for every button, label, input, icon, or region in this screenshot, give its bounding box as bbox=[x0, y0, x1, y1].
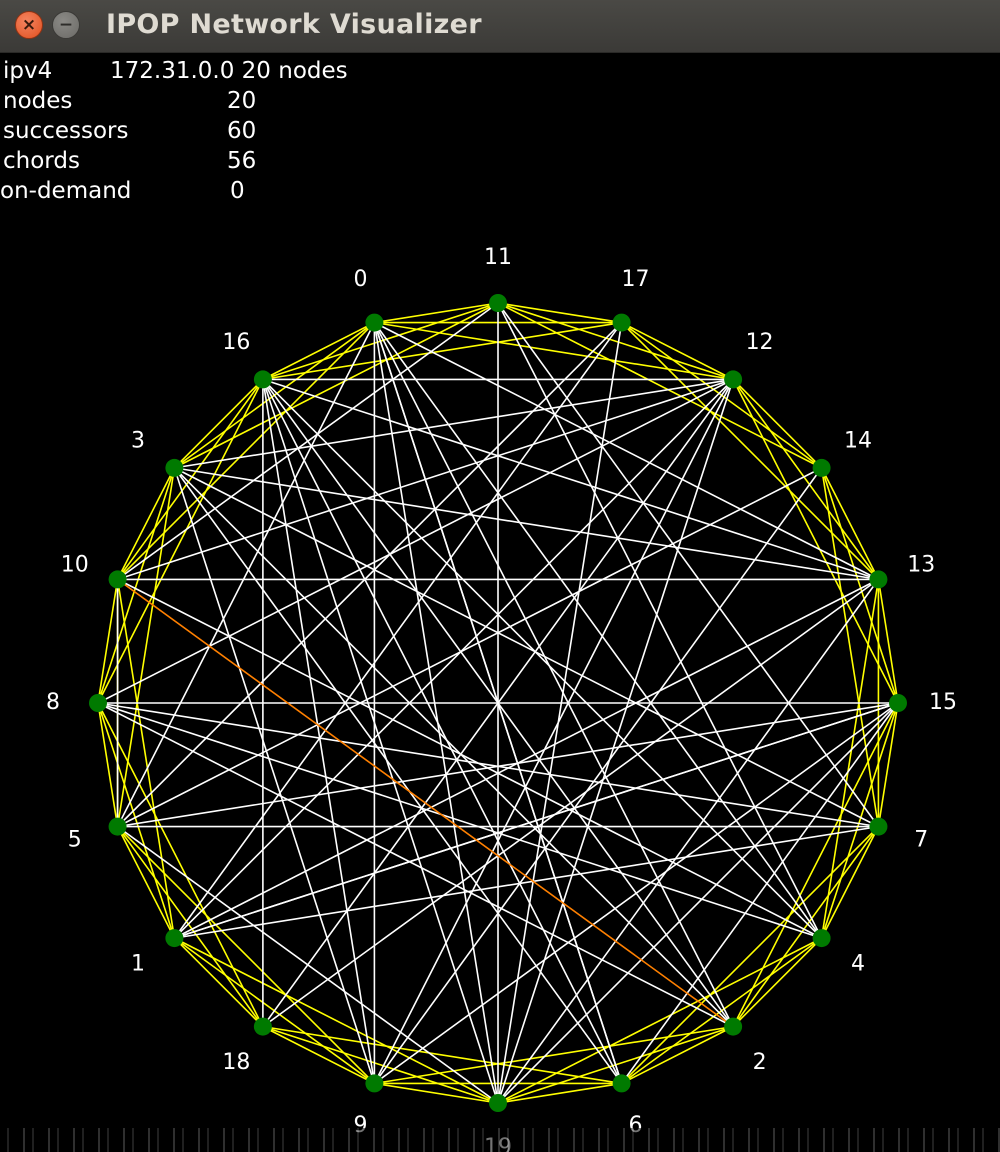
node-label-18: 18 bbox=[222, 1050, 250, 1075]
chord-link bbox=[174, 702, 899, 939]
graph-node-7[interactable] bbox=[869, 817, 888, 836]
graph-node-13[interactable] bbox=[869, 570, 888, 589]
node-label-5: 5 bbox=[68, 828, 82, 853]
node-label-2: 2 bbox=[753, 1050, 767, 1075]
chord-link bbox=[373, 322, 499, 1104]
successor-link bbox=[117, 826, 375, 1084]
node-label-3: 3 bbox=[131, 428, 145, 453]
successor-link bbox=[97, 379, 264, 704]
successor-link bbox=[732, 379, 899, 704]
chord-link bbox=[262, 379, 623, 1084]
graph-node-9[interactable] bbox=[365, 1074, 384, 1093]
chord-link bbox=[174, 578, 879, 939]
network-graph: 111712141315742619918158103160 bbox=[46, 245, 957, 1152]
successor-link bbox=[497, 302, 822, 469]
node-label-15: 15 bbox=[929, 690, 957, 715]
node-label-1: 1 bbox=[131, 952, 145, 977]
node-label-14: 14 bbox=[844, 428, 872, 453]
node-label-10: 10 bbox=[61, 552, 89, 577]
successor-link bbox=[173, 937, 264, 1028]
node-label-17: 17 bbox=[622, 267, 650, 292]
graph-node-5[interactable] bbox=[108, 817, 127, 836]
node-label-0: 0 bbox=[353, 267, 367, 292]
graph-node-1[interactable] bbox=[165, 929, 184, 948]
node-label-7: 7 bbox=[914, 828, 928, 853]
successor-link bbox=[116, 378, 264, 580]
successor-link bbox=[732, 378, 880, 580]
successor-link bbox=[732, 937, 823, 1028]
chord-link bbox=[262, 379, 499, 1104]
chord-link bbox=[262, 378, 823, 939]
node-label-13: 13 bbox=[907, 552, 935, 577]
graph-node-18[interactable] bbox=[253, 1017, 272, 1036]
chord-link bbox=[174, 467, 879, 828]
graph-node-14[interactable] bbox=[812, 458, 831, 477]
successor-link bbox=[732, 378, 823, 469]
graph-node-10[interactable] bbox=[108, 570, 127, 589]
chord-link bbox=[117, 578, 822, 939]
node-label-4: 4 bbox=[851, 952, 865, 977]
successor-link bbox=[97, 702, 264, 1027]
node-label-12: 12 bbox=[746, 330, 774, 355]
successor-link bbox=[621, 826, 879, 1084]
graph-node-17[interactable] bbox=[612, 313, 631, 332]
graph-node-0[interactable] bbox=[365, 313, 384, 332]
successor-link bbox=[97, 467, 176, 704]
successor-link bbox=[173, 378, 264, 469]
graph-node-3[interactable] bbox=[165, 458, 184, 477]
node-label-8: 8 bbox=[46, 690, 60, 715]
graph-node-4[interactable] bbox=[812, 929, 831, 948]
graph-node-2[interactable] bbox=[724, 1017, 743, 1036]
successor-link bbox=[820, 702, 899, 939]
chord-link bbox=[117, 702, 899, 828]
node-label-11: 11 bbox=[484, 245, 512, 270]
graph-node-11[interactable] bbox=[489, 294, 507, 312]
chord-link bbox=[117, 467, 822, 828]
successor-link bbox=[732, 702, 899, 1027]
chord-link bbox=[497, 302, 880, 828]
chord-link bbox=[262, 378, 879, 581]
successor-link bbox=[820, 467, 899, 704]
graph-node-8[interactable] bbox=[89, 694, 107, 712]
node-label-16: 16 bbox=[222, 330, 250, 355]
chord-link bbox=[620, 702, 899, 1084]
successor-link bbox=[116, 826, 264, 1028]
successor-link bbox=[262, 1025, 499, 1104]
chord-link bbox=[374, 321, 879, 581]
graph-node-12[interactable] bbox=[724, 370, 743, 389]
chord-link bbox=[373, 379, 734, 1084]
successor-link bbox=[174, 302, 499, 469]
chord-link bbox=[117, 322, 623, 828]
chord-link bbox=[173, 467, 376, 1084]
successor-link bbox=[174, 937, 499, 1104]
chord-link bbox=[174, 378, 734, 469]
graph-node-16[interactable] bbox=[253, 370, 272, 389]
graph-node-15[interactable] bbox=[889, 694, 907, 712]
chord-links bbox=[97, 302, 899, 1104]
chord-link bbox=[173, 467, 734, 1028]
successor-link bbox=[621, 322, 879, 580]
successor-link bbox=[497, 302, 734, 381]
chord-link bbox=[497, 578, 880, 1104]
chord-link bbox=[497, 702, 899, 1104]
bottom-edge bbox=[0, 1128, 1000, 1152]
successor-link bbox=[497, 937, 822, 1104]
successor-link bbox=[117, 322, 375, 580]
chord-link bbox=[97, 702, 879, 828]
successor-link bbox=[732, 826, 880, 1028]
graph-node-6[interactable] bbox=[612, 1074, 631, 1093]
graph-node-19[interactable] bbox=[489, 1094, 507, 1112]
